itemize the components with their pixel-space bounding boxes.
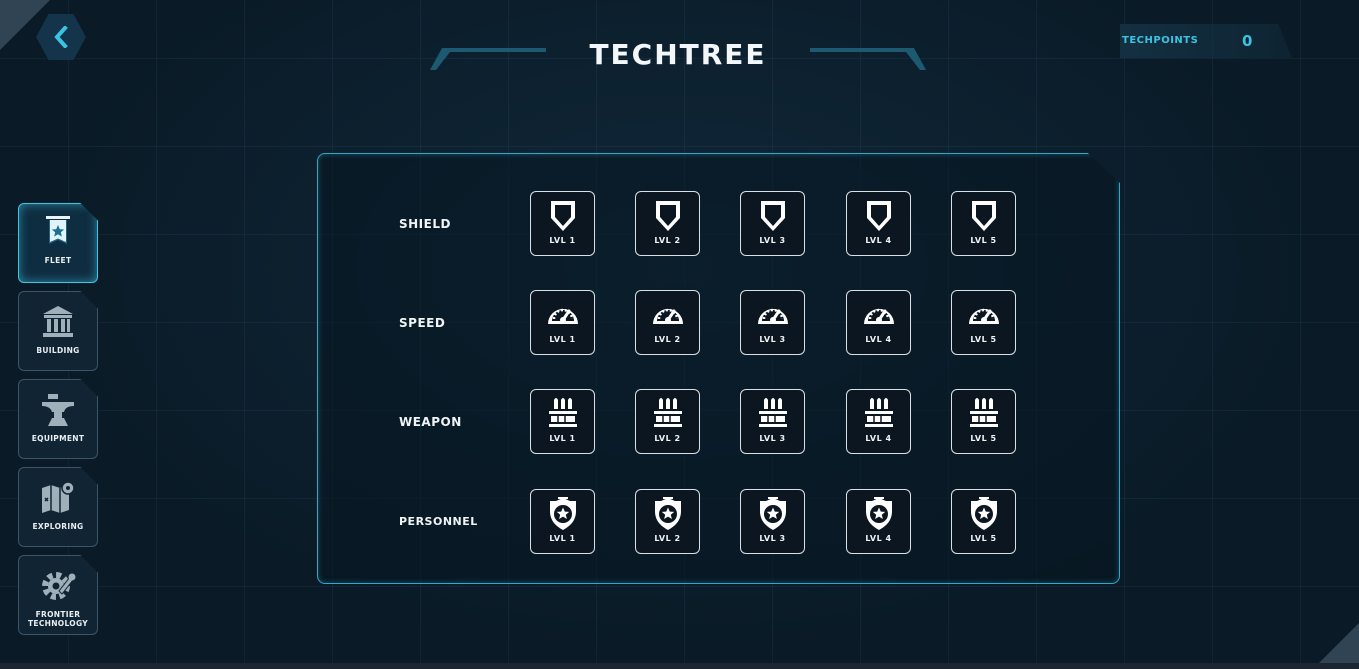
tech-tile-speed-5[interactable]: LVL 5 bbox=[951, 290, 1016, 355]
shield-icon bbox=[760, 201, 785, 231]
ammo-icon bbox=[548, 398, 577, 427]
ammo-icon bbox=[864, 398, 893, 427]
tech-tile-shield-5[interactable]: LVL 5 bbox=[951, 191, 1016, 256]
anvil-icon bbox=[42, 394, 74, 426]
tech-level-label: LVL 4 bbox=[865, 236, 892, 245]
row-label-weapon: WEAPON bbox=[399, 415, 462, 429]
gear-wrench-icon bbox=[42, 572, 76, 600]
badge-icon bbox=[865, 497, 892, 530]
tech-level-label: LVL 1 bbox=[549, 534, 576, 543]
badge-icon bbox=[970, 497, 997, 530]
shield-icon bbox=[655, 201, 680, 231]
ammo-icon bbox=[758, 398, 787, 427]
badge-icon bbox=[549, 497, 576, 530]
tech-level-label: LVL 3 bbox=[759, 434, 786, 443]
techpoints-label: TECHPOINTS bbox=[1122, 35, 1199, 46]
sidebar-item-label: FRONTIER TECHNOLOGY bbox=[28, 610, 88, 628]
shield-icon bbox=[550, 201, 575, 231]
tech-tile-weapon-5[interactable]: LVL 5 bbox=[951, 389, 1016, 454]
tech-level-label: LVL 4 bbox=[865, 534, 892, 543]
tech-tile-shield-2[interactable]: LVL 2 bbox=[635, 191, 700, 256]
tech-tile-weapon-4[interactable]: LVL 4 bbox=[846, 389, 911, 454]
sidebar-item-label: BUILDING bbox=[36, 346, 80, 355]
tech-level-label: LVL 3 bbox=[759, 335, 786, 344]
tech-tile-shield-4[interactable]: LVL 4 bbox=[846, 191, 911, 256]
sidebar: FLEET BUILDING EQUIPMENT EXPLORING FRONT… bbox=[18, 203, 98, 643]
tech-tile-personnel-3[interactable]: LVL 3 bbox=[740, 489, 805, 554]
fleet-banner-icon bbox=[46, 216, 70, 244]
sidebar-item-equipment[interactable]: EQUIPMENT bbox=[18, 379, 98, 459]
tech-level-label: LVL 5 bbox=[970, 236, 997, 245]
tech-tile-personnel-4[interactable]: LVL 4 bbox=[846, 489, 911, 554]
sidebar-item-frontier-technology[interactable]: FRONTIER TECHNOLOGY bbox=[18, 555, 98, 635]
techpoints-value: 0 bbox=[1242, 32, 1253, 50]
speedometer-icon bbox=[547, 308, 578, 324]
row-label-shield: SHIELD bbox=[399, 217, 451, 231]
chevron-left-icon bbox=[54, 26, 68, 48]
title-wing-right bbox=[810, 48, 926, 70]
building-icon bbox=[43, 306, 73, 337]
tech-level-label: LVL 5 bbox=[970, 434, 997, 443]
sidebar-item-exploring[interactable]: EXPLORING bbox=[18, 467, 98, 547]
tech-level-label: LVL 1 bbox=[549, 236, 576, 245]
row-label-personnel: PERSONNEL bbox=[399, 515, 478, 528]
tech-tile-weapon-3[interactable]: LVL 3 bbox=[740, 389, 805, 454]
tech-level-label: LVL 1 bbox=[549, 434, 576, 443]
tech-tile-speed-4[interactable]: LVL 4 bbox=[846, 290, 911, 355]
tech-tile-personnel-5[interactable]: LVL 5 bbox=[951, 489, 1016, 554]
tech-level-label: LVL 5 bbox=[970, 335, 997, 344]
tech-tile-shield-1[interactable]: LVL 1 bbox=[530, 191, 595, 256]
sidebar-item-fleet[interactable]: FLEET bbox=[18, 203, 98, 283]
sidebar-item-building[interactable]: BUILDING bbox=[18, 291, 98, 371]
tech-level-label: LVL 5 bbox=[970, 534, 997, 543]
tech-level-label: LVL 1 bbox=[549, 335, 576, 344]
sidebar-item-label: EQUIPMENT bbox=[31, 434, 85, 443]
title-bar: TECHTREE bbox=[428, 38, 928, 72]
tech-tile-weapon-1[interactable]: LVL 1 bbox=[530, 389, 595, 454]
techpoints-counter: TECHPOINTS 0 bbox=[1120, 24, 1292, 58]
tech-tile-shield-3[interactable]: LVL 3 bbox=[740, 191, 805, 256]
tech-tile-speed-3[interactable]: LVL 3 bbox=[740, 290, 805, 355]
tech-tile-speed-2[interactable]: LVL 2 bbox=[635, 290, 700, 355]
speedometer-icon bbox=[863, 308, 894, 324]
bottom-strip bbox=[0, 663, 1359, 669]
speedometer-icon bbox=[968, 308, 999, 324]
tech-level-label: LVL 3 bbox=[759, 534, 786, 543]
shield-icon bbox=[971, 201, 996, 231]
row-label-speed: SPEED bbox=[399, 316, 446, 330]
tech-level-label: LVL 2 bbox=[654, 534, 681, 543]
tech-tile-speed-1[interactable]: LVL 1 bbox=[530, 290, 595, 355]
badge-icon bbox=[759, 497, 786, 530]
tech-level-label: LVL 2 bbox=[654, 236, 681, 245]
shield-icon bbox=[866, 201, 891, 231]
tech-level-label: LVL 4 bbox=[865, 335, 892, 344]
badge-icon bbox=[654, 497, 681, 530]
sidebar-item-label: EXPLORING bbox=[32, 522, 84, 531]
tech-tile-weapon-2[interactable]: LVL 2 bbox=[635, 389, 700, 454]
ammo-icon bbox=[653, 398, 682, 427]
ammo-icon bbox=[969, 398, 998, 427]
tech-level-label: LVL 2 bbox=[654, 335, 681, 344]
map-icon bbox=[42, 481, 75, 513]
sidebar-item-label: FLEET bbox=[44, 256, 72, 265]
tech-level-label: LVL 3 bbox=[759, 236, 786, 245]
tech-level-label: LVL 4 bbox=[865, 434, 892, 443]
speedometer-icon bbox=[652, 308, 683, 324]
tech-tile-personnel-2[interactable]: LVL 2 bbox=[635, 489, 700, 554]
tech-tile-personnel-1[interactable]: LVL 1 bbox=[530, 489, 595, 554]
tech-level-label: LVL 2 bbox=[654, 434, 681, 443]
speedometer-icon bbox=[757, 308, 788, 324]
